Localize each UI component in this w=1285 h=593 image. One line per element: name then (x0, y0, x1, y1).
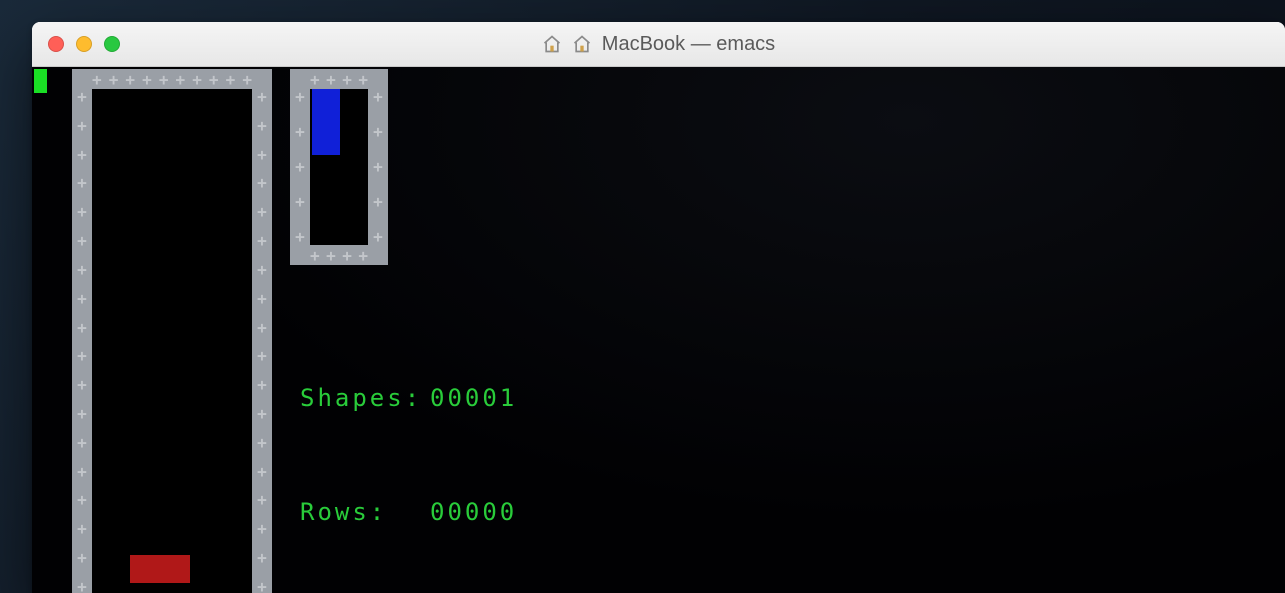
home-icon (572, 34, 592, 54)
preview-wall-right: +++++ (368, 69, 388, 265)
terminal-body[interactable]: ++++++++++ ++++++++++++++++++ ++++++++++… (32, 67, 1285, 593)
cursor (34, 69, 47, 93)
window-title-area: MacBook — emacs (542, 33, 775, 56)
stat-rows: Rows: 00000 (300, 493, 517, 531)
stats-panel: Shapes: 00001 Rows: 00000 Score: 00006 (300, 303, 517, 593)
minimize-button[interactable] (76, 36, 92, 52)
home-icon (542, 34, 562, 54)
next-piece-preview: ++++ ++++ +++++ +++++ (290, 69, 388, 265)
window-title: MacBook — emacs (602, 33, 775, 56)
tetris-board[interactable]: ++++++++++ ++++++++++++++++++ ++++++++++… (72, 69, 272, 593)
stat-shapes: Shapes: 00001 (300, 379, 517, 417)
stat-rows-label: Rows: (300, 493, 430, 531)
stat-rows-value: 00000 (430, 493, 517, 531)
titlebar: MacBook — emacs (32, 22, 1285, 67)
board-playfield (92, 89, 252, 593)
current-piece (130, 555, 190, 583)
board-wall-top: ++++++++++ (72, 69, 272, 89)
traffic-lights (48, 36, 120, 52)
stat-shapes-label: Shapes: (300, 379, 430, 417)
board-wall-left: ++++++++++++++++++ (72, 69, 92, 593)
terminal-window: MacBook — emacs ++++++++++ +++++++++++++… (32, 22, 1285, 593)
next-piece (312, 89, 340, 155)
close-button[interactable] (48, 36, 64, 52)
preview-wall-left: +++++ (290, 69, 310, 265)
zoom-button[interactable] (104, 36, 120, 52)
preview-area (310, 89, 368, 245)
stat-shapes-value: 00001 (430, 379, 517, 417)
board-wall-right: ++++++++++++++++++ (252, 69, 272, 593)
